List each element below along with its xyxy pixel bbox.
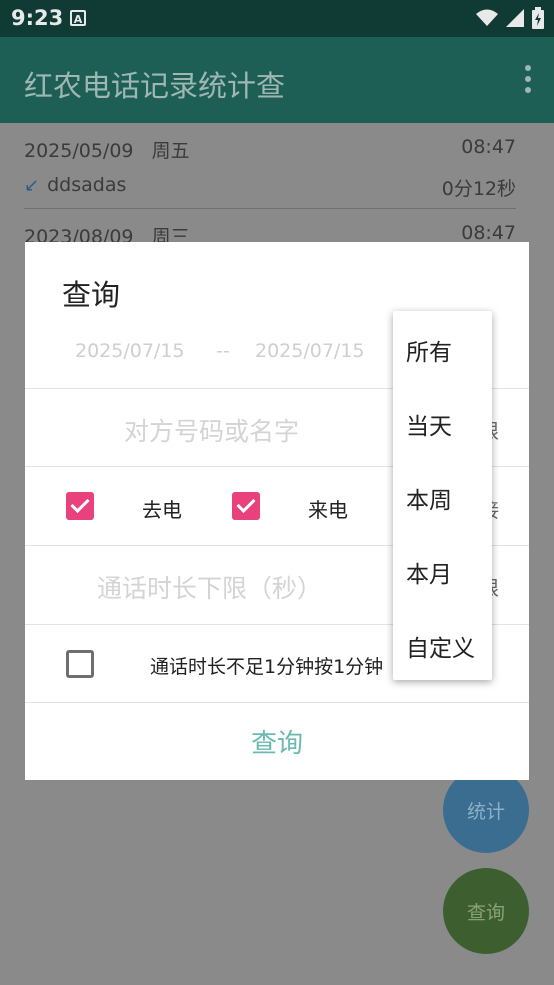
list-item-duration: 0分12秒 bbox=[441, 178, 516, 200]
list-item-date: 2025/05/09 bbox=[24, 140, 134, 162]
wifi-icon bbox=[476, 9, 498, 26]
app-bar: 红农电话记录统计查 bbox=[0, 37, 554, 123]
menu-item-all[interactable]: 所有 bbox=[406, 333, 452, 367]
round-minute-checkbox[interactable] bbox=[66, 650, 94, 678]
list-item-time: 08:47 bbox=[461, 136, 516, 158]
date-range-menu: 所有 当天 本周 本月 自定义 bbox=[393, 311, 492, 680]
outgoing-label: 去电 bbox=[142, 498, 182, 522]
notification-a-icon: A bbox=[70, 10, 86, 26]
status-icons bbox=[476, 7, 544, 29]
more-options-icon[interactable] bbox=[524, 65, 532, 93]
menu-item-custom[interactable]: 自定义 bbox=[406, 629, 475, 663]
list-divider bbox=[24, 208, 516, 209]
menu-item-today[interactable]: 当天 bbox=[406, 407, 452, 441]
query-fab-button[interactable]: 查询 bbox=[443, 868, 529, 954]
dialog-title: 查询 bbox=[62, 278, 121, 312]
round-minute-label: 通话时长不足1分钟按1分钟 bbox=[150, 656, 384, 678]
incoming-checkbox[interactable] bbox=[232, 492, 260, 520]
incoming-label: 来电 bbox=[308, 498, 348, 522]
query-button[interactable]: 查询 bbox=[25, 702, 529, 780]
list-item-weekday: 周五 bbox=[151, 140, 190, 162]
list-item-time: 08:47 bbox=[461, 222, 516, 244]
date-from[interactable]: 2025/07/15 bbox=[75, 340, 185, 362]
status-bar: 9:23 A bbox=[0, 0, 554, 37]
date-to[interactable]: 2025/07/15 bbox=[255, 340, 365, 362]
outgoing-checkbox[interactable] bbox=[66, 492, 94, 520]
menu-item-this-week[interactable]: 本周 bbox=[406, 481, 452, 515]
incoming-call-icon: ↙ bbox=[24, 175, 40, 196]
battery-icon bbox=[532, 7, 544, 29]
number-input[interactable]: 对方号码或名字 bbox=[124, 412, 299, 448]
app-title: 红农电话记录统计查 bbox=[24, 69, 286, 103]
signal-icon bbox=[506, 9, 524, 27]
menu-item-this-month[interactable]: 本月 bbox=[406, 555, 452, 589]
list-item-name: ddsadas bbox=[47, 174, 127, 196]
date-separator: -- bbox=[216, 340, 230, 362]
duration-min-input[interactable]: 通话时长下限（秒） bbox=[97, 569, 322, 605]
status-time: 9:23 bbox=[11, 6, 64, 30]
